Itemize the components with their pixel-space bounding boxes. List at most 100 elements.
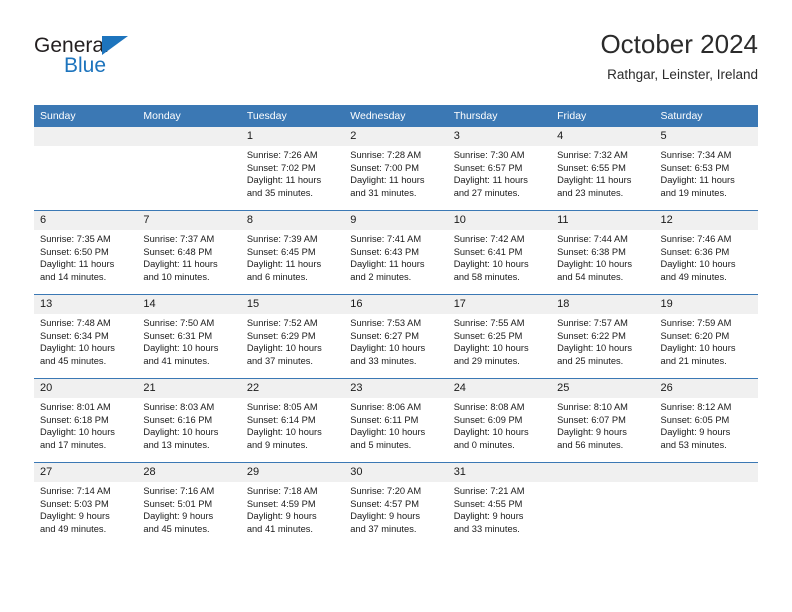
daylight-text-line2: and 45 minutes. (143, 523, 210, 534)
day-cell-inner: 25 Sunrise: 8:10 AM Sunset: 6:07 PM Dayligh… (551, 379, 655, 462)
calendar-empty-cell (34, 127, 138, 211)
calendar-day-cell[interactable]: 10 Sunrise: 7:42 AM Sunset: 6:41 PM Dayligh… (447, 210, 552, 295)
sunrise-text: Sunrise: 8:10 AM (557, 402, 628, 412)
weekday-header-saturday: Saturday (654, 105, 758, 127)
day-number: 18 (551, 295, 655, 314)
daylight-text-line1: Daylight: 10 hours (453, 427, 529, 438)
calendar-day-cell[interactable]: 26 Sunrise: 8:12 AM Sunset: 6:05 PM Dayligh… (654, 378, 758, 463)
daylight-text-line2: and 0 minutes. (453, 439, 515, 450)
calendar-day-cell[interactable]: 9 Sunrise: 7:41 AM Sunset: 6:43 PM Daylight… (344, 210, 448, 295)
calendar-day-cell[interactable]: 16 Sunrise: 7:53 AM Sunset: 6:27 PM Dayligh… (344, 294, 448, 379)
day-cell-inner: 7 Sunrise: 7:37 AM Sunset: 6:48 PM Daylight… (137, 211, 241, 294)
calendar-day-cell[interactable]: 4 Sunrise: 7:32 AM Sunset: 6:55 PM Daylight… (551, 127, 655, 211)
sunset-text: Sunset: 6:18 PM (40, 414, 109, 425)
daylight-text-line1: Daylight: 11 hours (246, 175, 322, 186)
calendar-day-cell[interactable]: 11 Sunrise: 7:44 AM Sunset: 6:38 PM Dayligh… (551, 210, 655, 295)
calendar-day-cell[interactable]: 30 Sunrise: 7:20 AM Sunset: 4:57 PM Dayligh… (344, 462, 448, 546)
sunrise-text: Sunrise: 7:55 AM (453, 318, 525, 328)
calendar-table: Sunday Monday Tuesday Wednesday Thursday Frid… (34, 105, 758, 546)
day-cell-inner: 8 Sunrise: 7:39 AM Sunset: 6:45 PM Daylight… (240, 211, 345, 294)
daylight-text-line2: and 33 minutes. (453, 523, 520, 534)
calendar-day-cell[interactable]: 19 Sunrise: 7:59 AM Sunset: 6:20 PM Dayligh… (654, 294, 758, 379)
sunrise-text: Sunrise: 7:30 AM (453, 150, 525, 160)
daylight-text-line2: and 29 minutes. (453, 355, 520, 366)
day-cell-inner: 30 Sunrise: 7:20 AM Sunset: 4:57 PM Dayligh… (344, 463, 448, 546)
day-cell-inner: 24 Sunrise: 8:08 AM Sunset: 6:09 PM Dayligh… (447, 379, 552, 462)
daylight-text-line2: and 33 minutes. (350, 355, 417, 366)
day-info: Sunrise: 7:39 AM Sunset: 6:45 PM Daylight:… (241, 230, 344, 283)
day-cell-inner: 18 Sunrise: 7:57 AM Sunset: 6:22 PM Dayligh… (551, 295, 655, 378)
daylight-text-line1: Daylight: 9 hours (453, 511, 524, 522)
calendar-day-cell[interactable]: 12 Sunrise: 7:46 AM Sunset: 6:36 PM Dayligh… (654, 210, 758, 295)
day-info: Sunrise: 8:10 AM Sunset: 6:07 PM Daylight:… (551, 398, 654, 451)
day-number: 21 (137, 379, 241, 398)
calendar-day-cell[interactable]: 22 Sunrise: 8:05 AM Sunset: 6:14 PM Dayligh… (240, 378, 345, 463)
day-number (137, 127, 241, 146)
calendar-day-cell[interactable]: 2 Sunrise: 7:28 AM Sunset: 7:00 PM Daylight… (344, 127, 448, 211)
calendar-day-cell[interactable]: 13 Sunrise: 7:48 AM Sunset: 6:34 PM Dayligh… (34, 294, 138, 379)
calendar-day-cell[interactable]: 24 Sunrise: 8:08 AM Sunset: 6:09 PM Dayligh… (447, 378, 552, 463)
calendar-week-row: 20 Sunrise: 8:01 AM Sunset: 6:18 PM Dayligh… (34, 378, 758, 463)
calendar-day-cell[interactable]: 3 Sunrise: 7:30 AM Sunset: 6:57 PM Daylight… (447, 127, 552, 211)
calendar-day-cell[interactable]: 27 Sunrise: 7:14 AM Sunset: 5:03 PM Dayligh… (34, 462, 138, 546)
calendar-day-cell[interactable]: 28 Sunrise: 7:16 AM Sunset: 5:01 PM Dayligh… (137, 462, 241, 546)
calendar-day-cell[interactable]: 20 Sunrise: 8:01 AM Sunset: 6:18 PM Dayligh… (34, 378, 138, 463)
day-number: 17 (447, 295, 552, 314)
day-info: Sunrise: 7:16 AM Sunset: 5:01 PM Daylight:… (137, 482, 240, 535)
day-number: 24 (447, 379, 552, 398)
weekday-header-monday: Monday (137, 105, 241, 127)
day-info: Sunrise: 7:20 AM Sunset: 4:57 PM Daylight:… (344, 482, 447, 535)
calendar-day-cell[interactable]: 6 Sunrise: 7:35 AM Sunset: 6:50 PM Daylight… (34, 210, 138, 295)
sunset-text: Sunset: 6:05 PM (660, 414, 730, 425)
sunrise-text: Sunrise: 8:06 AM (350, 402, 422, 412)
day-number: 6 (34, 211, 138, 230)
day-info: Sunrise: 7:35 AM Sunset: 6:50 PM Daylight:… (34, 230, 137, 283)
sunrise-text: Sunrise: 7:42 AM (453, 234, 525, 244)
sunrise-text: Sunrise: 7:21 AM (453, 486, 525, 496)
day-info: Sunrise: 7:59 AM Sunset: 6:20 PM Daylight:… (655, 314, 758, 367)
sunset-text: Sunset: 6:45 PM (246, 246, 316, 257)
day-number (551, 463, 655, 482)
calendar-day-cell[interactable]: 23 Sunrise: 8:06 AM Sunset: 6:11 PM Dayligh… (344, 378, 448, 463)
daylight-text-line2: and 49 minutes. (660, 271, 727, 282)
day-cell-inner: 20 Sunrise: 8:01 AM Sunset: 6:18 PM Dayligh… (34, 379, 138, 462)
sunset-text: Sunset: 6:50 PM (40, 246, 109, 257)
calendar-day-cell[interactable]: 18 Sunrise: 7:57 AM Sunset: 6:22 PM Dayligh… (551, 294, 655, 379)
weekday-header-wednesday: Wednesday (344, 105, 448, 127)
sunrise-text: Sunrise: 7:35 AM (40, 234, 111, 244)
calendar-day-cell[interactable]: 8 Sunrise: 7:39 AM Sunset: 6:45 PM Daylight… (240, 210, 345, 295)
calendar-day-cell[interactable]: 31 Sunrise: 7:21 AM Sunset: 4:55 PM Dayligh… (447, 462, 552, 546)
day-info: Sunrise: 7:28 AM Sunset: 7:00 PM Daylight:… (344, 146, 447, 199)
day-cell-inner: 31 Sunrise: 7:21 AM Sunset: 4:55 PM Dayligh… (447, 463, 552, 546)
calendar-day-cell[interactable]: 1 Sunrise: 7:26 AM Sunset: 7:02 PM Daylight… (240, 127, 345, 211)
calendar-day-cell[interactable]: 17 Sunrise: 7:55 AM Sunset: 6:25 PM Dayligh… (447, 294, 552, 379)
daylight-text-line1: Daylight: 10 hours (246, 343, 322, 354)
calendar-day-cell[interactable]: 29 Sunrise: 7:18 AM Sunset: 4:59 PM Dayligh… (240, 462, 345, 546)
day-cell-inner: 9 Sunrise: 7:41 AM Sunset: 6:43 PM Daylight… (344, 211, 448, 294)
daylight-text-line1: Daylight: 10 hours (660, 343, 736, 354)
daylight-text-line1: Daylight: 10 hours (557, 343, 633, 354)
day-number: 2 (344, 127, 448, 146)
day-number (34, 127, 138, 146)
calendar-day-cell[interactable]: 7 Sunrise: 7:37 AM Sunset: 6:48 PM Daylight… (137, 210, 241, 295)
calendar-day-cell[interactable]: 5 Sunrise: 7:34 AM Sunset: 6:53 PM Daylight… (654, 127, 758, 211)
sunrise-text: Sunrise: 7:18 AM (246, 486, 318, 496)
calendar-day-cell[interactable]: 15 Sunrise: 7:52 AM Sunset: 6:29 PM Dayligh… (240, 294, 345, 379)
day-info: Sunrise: 7:26 AM Sunset: 7:02 PM Daylight:… (241, 146, 344, 199)
day-cell-inner (34, 127, 138, 210)
calendar-day-cell[interactable]: 14 Sunrise: 7:50 AM Sunset: 6:31 PM Dayligh… (137, 294, 241, 379)
day-number: 10 (447, 211, 552, 230)
calendar-day-cell[interactable]: 21 Sunrise: 8:03 AM Sunset: 6:16 PM Dayligh… (137, 378, 241, 463)
daylight-text-line2: and 27 minutes. (453, 187, 520, 198)
sunrise-text: Sunrise: 7:46 AM (660, 234, 732, 244)
day-number: 5 (654, 127, 758, 146)
day-cell-inner: 14 Sunrise: 7:50 AM Sunset: 6:31 PM Dayligh… (137, 295, 241, 378)
day-number: 30 (344, 463, 448, 482)
day-number: 1 (240, 127, 345, 146)
daylight-text-line2: and 14 minutes. (40, 271, 107, 282)
weekday-header-friday: Friday (551, 105, 655, 127)
day-cell-inner: 10 Sunrise: 7:42 AM Sunset: 6:41 PM Dayligh… (447, 211, 552, 294)
day-number: 23 (344, 379, 448, 398)
calendar-day-cell[interactable]: 25 Sunrise: 8:10 AM Sunset: 6:07 PM Dayligh… (551, 378, 655, 463)
sunset-text: Sunset: 6:25 PM (453, 330, 523, 341)
